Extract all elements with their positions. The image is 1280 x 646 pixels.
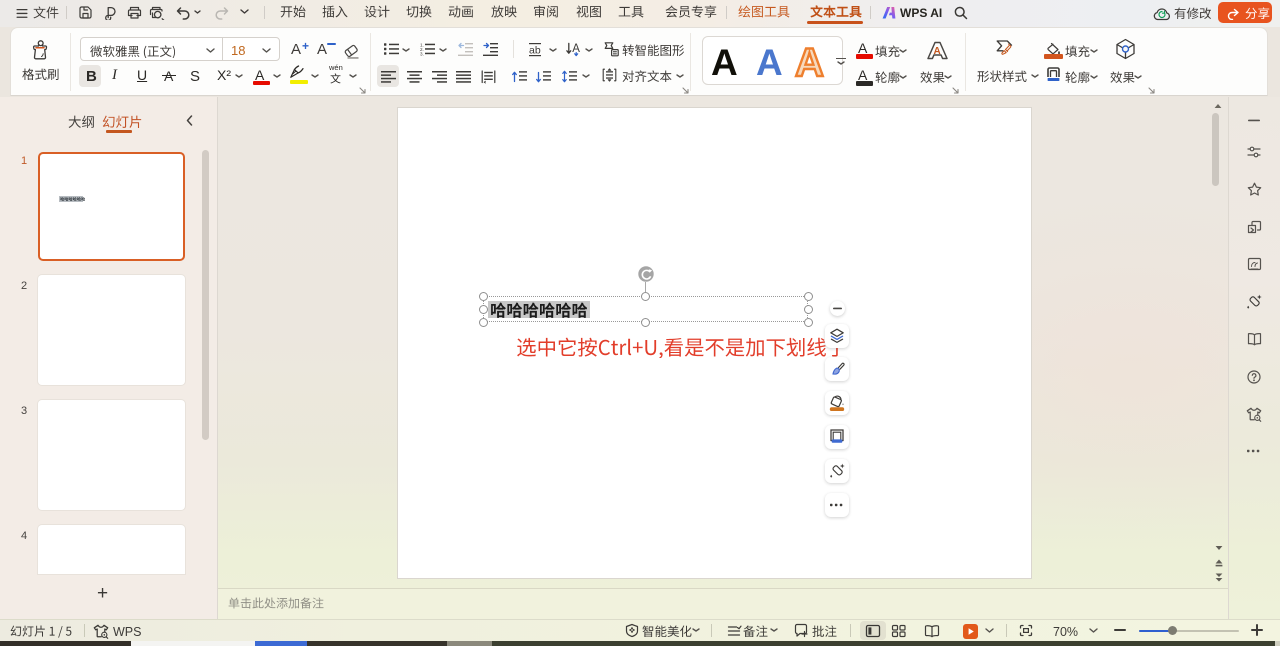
svg-text:3.: 3. bbox=[420, 52, 424, 57]
svg-text:ab: ab bbox=[529, 45, 541, 57]
